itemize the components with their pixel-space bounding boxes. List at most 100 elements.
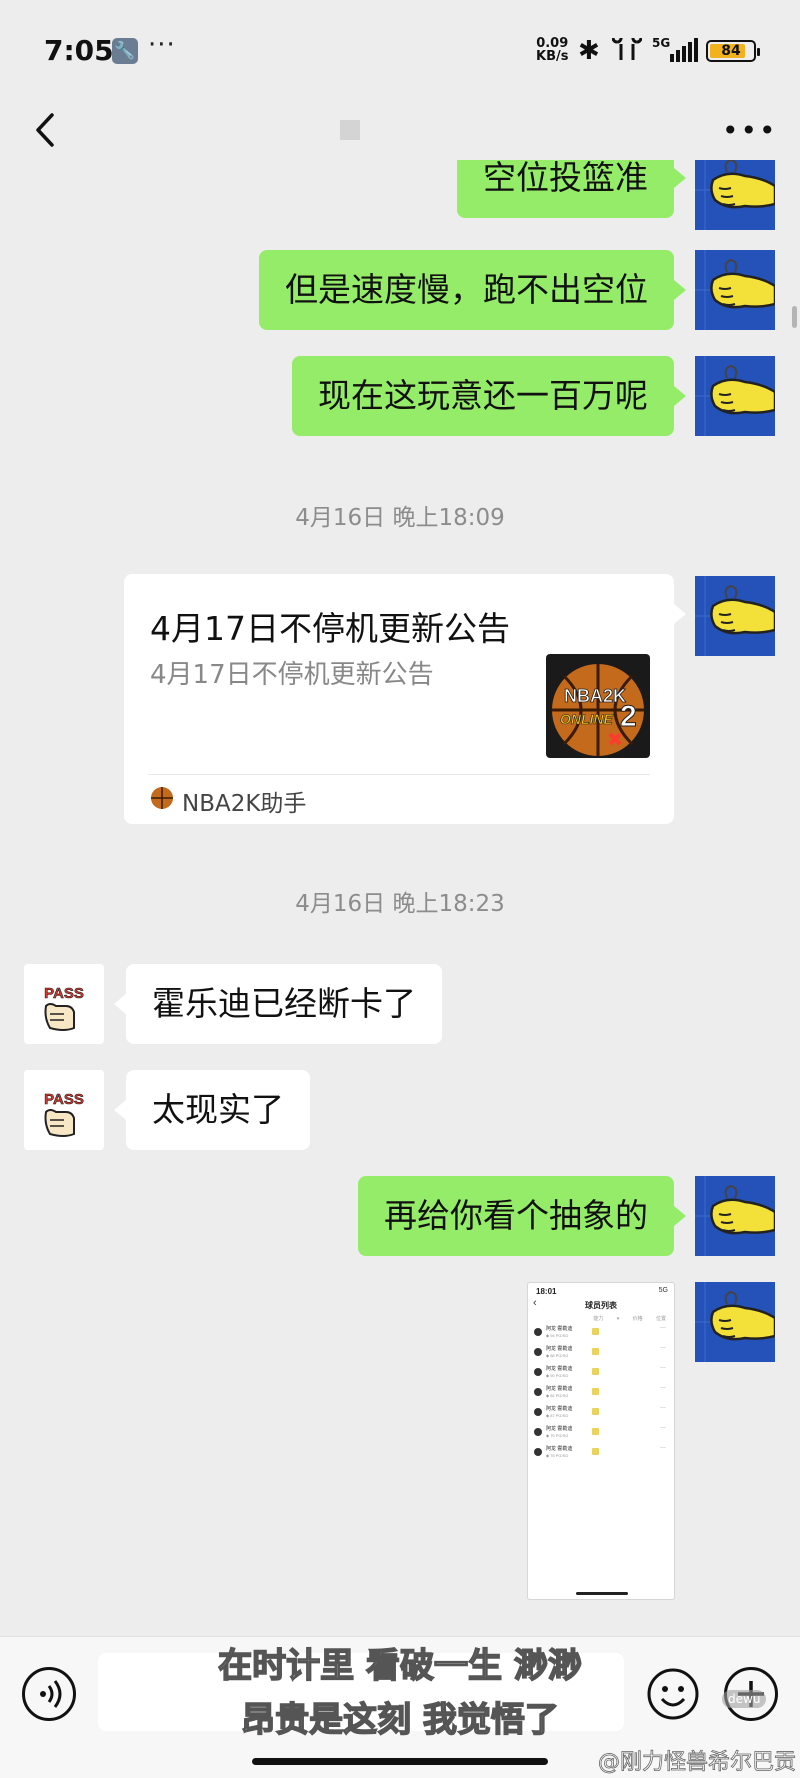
pass-sticker-icon: PASS bbox=[24, 1070, 104, 1150]
notification-dots: ··· bbox=[148, 30, 176, 60]
home-indicator[interactable] bbox=[252, 1758, 548, 1765]
message-bubble-sent[interactable]: 但是速度慢，跑不出空位 bbox=[259, 250, 686, 330]
card-source-name: NBA2K助手 bbox=[182, 791, 307, 817]
nba2k-assistant-icon bbox=[150, 786, 174, 810]
player-name: 阿龙 霍勒迪 bbox=[546, 1446, 573, 1452]
video-subtitle-line-2: 昂贵是这刻 我觉悟了 bbox=[0, 1692, 800, 1741]
screenshot-player-row: 阿龙 霍勒迪 ◆ 84 PG/SG ··· bbox=[534, 1385, 670, 1403]
cell-signal: 5G bbox=[652, 36, 698, 64]
row-more-icon: ··· bbox=[660, 1345, 666, 1351]
card-badge-icon bbox=[592, 1408, 599, 1415]
yellow-fist-icon bbox=[695, 1282, 775, 1362]
subtitle-rest: 刻 我觉悟了 bbox=[376, 1699, 559, 1741]
player-avatar-icon bbox=[534, 1408, 542, 1416]
row-more-icon: ··· bbox=[660, 1365, 666, 1371]
sender-avatar[interactable] bbox=[695, 576, 775, 656]
row-more-icon: ··· bbox=[660, 1445, 666, 1451]
avatar-pass-text: PASS bbox=[44, 985, 84, 1002]
screenshot-status: 5G bbox=[658, 1287, 668, 1294]
subtitle-highlight: 昂贵是这 bbox=[240, 1699, 378, 1741]
card-title: 4月17日不停机更新公告 bbox=[150, 609, 510, 648]
message-bubble-sent[interactable]: 现在这玩意还一百万呢 bbox=[292, 356, 686, 436]
network-type: 5G bbox=[652, 36, 671, 50]
more-dots-icon[interactable]: ••• bbox=[722, 114, 778, 147]
image-message-screenshot[interactable]: 18:01 5G ‹ 球员列表 能力 ▾ 价格 位置 阿龙 霍勒迪 ◆ 94 PG… bbox=[527, 1282, 675, 1600]
player-rating: ◆ 75 PG/SG bbox=[546, 1433, 569, 1438]
player-avatar-icon bbox=[534, 1348, 542, 1356]
screenshot-player-row: 阿龙 霍勒迪 ◆ 94 PG/SG ··· bbox=[534, 1325, 670, 1343]
screenshot-tabs: 能力 ▾ 价格 位置 bbox=[593, 1316, 666, 1322]
contact-avatar[interactable]: PASS bbox=[24, 964, 104, 1044]
battery-percent: 84 bbox=[721, 43, 741, 59]
basketball-logo-icon: NBA2K ONLINE 2 bbox=[546, 654, 650, 758]
screenshot-home-indicator bbox=[576, 1592, 628, 1595]
message-bubble-received[interactable]: 霍乐迪已经断卡了 bbox=[114, 964, 442, 1044]
chat-header: ••• bbox=[0, 100, 800, 160]
sender-avatar[interactable] bbox=[695, 160, 775, 230]
network-speed: 0.09 KB/s bbox=[536, 37, 568, 63]
yellow-fist-icon bbox=[695, 250, 775, 330]
card-divider bbox=[148, 774, 650, 775]
status-bar: 7:05 🔧 ··· 0.09 KB/s ✱ 5G 84 bbox=[0, 0, 800, 100]
message-timestamp: 4月16日 晚上18:23 bbox=[295, 891, 505, 917]
player-rating: ◆ 88 PG/SG bbox=[546, 1353, 569, 1358]
player-name: 阿龙 霍勒迪 bbox=[546, 1386, 573, 1392]
player-name: 阿龙 霍勒迪 bbox=[546, 1326, 573, 1332]
thumbnail-nba2k-text: NBA2K bbox=[564, 686, 626, 706]
earbuds-icon bbox=[612, 38, 642, 60]
status-time: 7:05 bbox=[44, 34, 114, 67]
avatar-pass-text: PASS bbox=[44, 1091, 84, 1108]
player-rating: ◆ 78 PG/SG bbox=[546, 1453, 569, 1458]
sender-avatar[interactable] bbox=[695, 250, 775, 330]
sender-avatar[interactable] bbox=[695, 1176, 775, 1256]
network-speed-unit: KB/s bbox=[536, 49, 569, 64]
screenshot-title: 球员列表 bbox=[585, 1301, 617, 1310]
message-bubble-sent[interactable]: 空位投篮准 bbox=[457, 160, 686, 218]
yellow-fist-icon bbox=[695, 160, 775, 230]
author-watermark: @刚力怪兽希尔巴贡 bbox=[597, 1750, 797, 1776]
signal-bars-icon bbox=[670, 38, 698, 62]
chat-title bbox=[340, 120, 360, 140]
player-name: 阿龙 霍勒迪 bbox=[546, 1406, 573, 1412]
sender-avatar[interactable] bbox=[695, 1282, 775, 1362]
battery-tip bbox=[757, 48, 760, 56]
chat-scrollbar[interactable] bbox=[792, 306, 797, 328]
row-more-icon: ··· bbox=[660, 1425, 666, 1431]
player-avatar-icon bbox=[534, 1448, 542, 1456]
sender-avatar[interactable] bbox=[695, 356, 775, 436]
player-name: 阿龙 霍勒迪 bbox=[546, 1426, 573, 1432]
row-more-icon: ··· bbox=[660, 1385, 666, 1391]
card-description: 4月17日不停机更新公告 bbox=[150, 660, 434, 690]
player-avatar-icon bbox=[534, 1368, 542, 1376]
player-rating: ◆ 94 PG/SG bbox=[546, 1333, 569, 1338]
card-badge-icon bbox=[592, 1368, 599, 1375]
platform-badge: dewu bbox=[722, 1690, 767, 1708]
battery-indicator: 84 bbox=[706, 40, 760, 62]
row-more-icon: ··· bbox=[660, 1405, 666, 1411]
player-avatar-icon bbox=[534, 1328, 542, 1336]
row-more-icon: ··· bbox=[660, 1325, 666, 1331]
player-name: 阿龙 霍勒迪 bbox=[546, 1366, 573, 1372]
pass-sticker-icon: PASS bbox=[24, 964, 104, 1044]
shared-article-card[interactable]: 4月17日不停机更新公告 4月17日不停机更新公告 NBA2K ONLINE 2… bbox=[124, 574, 686, 824]
contact-avatar[interactable]: PASS bbox=[24, 1070, 104, 1150]
player-rating: ◆ 90 PG/SG bbox=[546, 1373, 569, 1378]
screenshot-player-row: 阿龙 霍勒迪 ◆ 78 PG/SG ··· bbox=[534, 1445, 670, 1463]
player-rating: ◆ 87 PG/SG bbox=[546, 1413, 569, 1418]
yellow-fist-icon bbox=[695, 1176, 775, 1256]
message-bubble-sent[interactable]: 再给你看个抽象的 bbox=[358, 1176, 686, 1256]
screenshot-player-row: 阿龙 霍勒迪 ◆ 88 PG/SG ··· bbox=[534, 1345, 670, 1363]
message-clip: 空位投篮准 bbox=[0, 160, 800, 230]
thumbnail-online-text: ONLINE bbox=[560, 711, 614, 727]
player-avatar-icon bbox=[534, 1388, 542, 1396]
screenshot-player-row: 阿龙 霍勒迪 ◆ 87 PG/SG ··· bbox=[534, 1405, 670, 1423]
chevron-left-icon[interactable] bbox=[30, 112, 64, 148]
yellow-fist-icon bbox=[695, 576, 775, 656]
message-timestamp: 4月16日 晚上18:09 bbox=[295, 505, 505, 531]
screenshot-player-row: 阿龙 霍勒迪 ◆ 75 PG/SG ··· bbox=[534, 1425, 670, 1443]
video-subtitle-line-1: 在时计里 看破一生 渺渺 bbox=[217, 1645, 582, 1687]
message-bubble-received[interactable]: 太现实了 bbox=[114, 1070, 310, 1150]
thumbnail-2-text: 2 bbox=[620, 700, 637, 733]
screenshot-player-row: 阿龙 霍勒迪 ◆ 90 PG/SG ··· bbox=[534, 1365, 670, 1383]
card-badge-icon bbox=[592, 1348, 599, 1355]
